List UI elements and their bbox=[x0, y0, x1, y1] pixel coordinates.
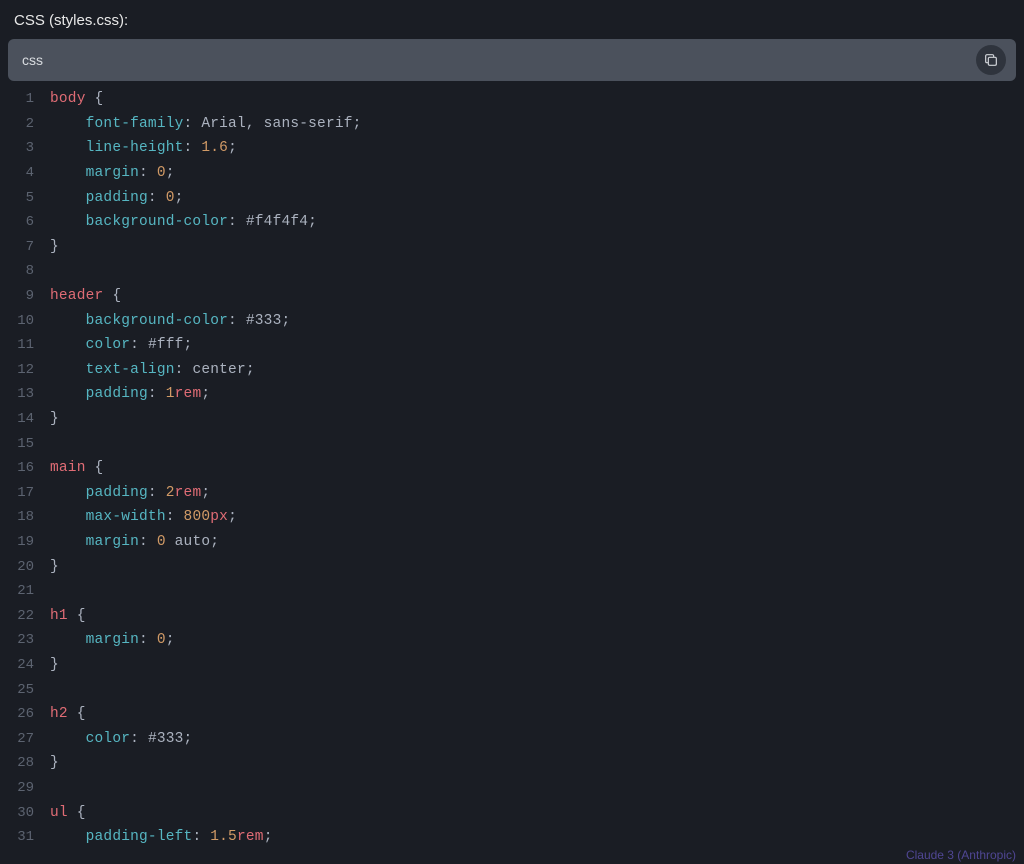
code-line[interactable]: 20} bbox=[0, 554, 1024, 579]
code-content: body { bbox=[50, 91, 103, 107]
code-content: padding: 2rem; bbox=[50, 485, 210, 501]
line-number: 15 bbox=[0, 436, 50, 452]
line-number: 10 bbox=[0, 313, 50, 329]
code-line[interactable]: 15 bbox=[0, 431, 1024, 456]
line-number: 1 bbox=[0, 91, 50, 107]
code-content: margin: 0; bbox=[50, 632, 175, 648]
line-number: 8 bbox=[0, 263, 50, 279]
line-number: 18 bbox=[0, 509, 50, 525]
line-number: 5 bbox=[0, 190, 50, 206]
code-line[interactable]: 13 padding: 1rem; bbox=[0, 382, 1024, 407]
language-label: css bbox=[22, 52, 43, 68]
brand-label: Claude 3 (Anthropic) bbox=[906, 848, 1016, 862]
code-toolbar: css bbox=[8, 39, 1016, 81]
code-line[interactable]: 14} bbox=[0, 407, 1024, 432]
code-line[interactable]: 28} bbox=[0, 751, 1024, 776]
code-content: margin: 0; bbox=[50, 165, 175, 181]
code-line[interactable]: 6 background-color: #f4f4f4; bbox=[0, 210, 1024, 235]
code-line[interactable]: 26h2 { bbox=[0, 702, 1024, 727]
line-number: 2 bbox=[0, 116, 50, 132]
code-line[interactable]: 21 bbox=[0, 579, 1024, 604]
code-line[interactable]: 11 color: #fff; bbox=[0, 333, 1024, 358]
code-content: padding: 0; bbox=[50, 190, 184, 206]
code-line[interactable]: 18 max-width: 800px; bbox=[0, 505, 1024, 530]
file-title: CSS (styles.css): bbox=[0, 0, 1024, 39]
line-number: 9 bbox=[0, 288, 50, 304]
code-line[interactable]: 29 bbox=[0, 776, 1024, 801]
code-line[interactable]: 22h1 { bbox=[0, 603, 1024, 628]
code-line[interactable]: 7} bbox=[0, 235, 1024, 260]
code-line[interactable]: 25 bbox=[0, 677, 1024, 702]
line-number: 13 bbox=[0, 386, 50, 402]
line-number: 23 bbox=[0, 632, 50, 648]
code-content: header { bbox=[50, 288, 121, 304]
code-content: } bbox=[50, 411, 59, 427]
code-line[interactable]: 9header { bbox=[0, 284, 1024, 309]
code-line[interactable]: 16main { bbox=[0, 456, 1024, 481]
line-number: 28 bbox=[0, 755, 50, 771]
code-content: } bbox=[50, 239, 59, 255]
code-content: color: #333; bbox=[50, 731, 192, 747]
code-line[interactable]: 24} bbox=[0, 653, 1024, 678]
code-content: text-align: center; bbox=[50, 362, 255, 378]
code-content: background-color: #f4f4f4; bbox=[50, 214, 317, 230]
code-content: main { bbox=[50, 460, 103, 476]
line-number: 21 bbox=[0, 583, 50, 599]
code-content: background-color: #333; bbox=[50, 313, 290, 329]
code-line[interactable]: 3 line-height: 1.6; bbox=[0, 136, 1024, 161]
line-number: 31 bbox=[0, 829, 50, 845]
line-number: 6 bbox=[0, 214, 50, 230]
code-content: } bbox=[50, 657, 59, 673]
line-number: 19 bbox=[0, 534, 50, 550]
code-content: } bbox=[50, 755, 59, 771]
code-content: font-family: Arial, sans-serif; bbox=[50, 116, 362, 132]
line-number: 14 bbox=[0, 411, 50, 427]
line-number: 17 bbox=[0, 485, 50, 501]
line-number: 24 bbox=[0, 657, 50, 673]
line-number: 7 bbox=[0, 239, 50, 255]
code-content: margin: 0 auto; bbox=[50, 534, 219, 550]
code-line[interactable]: 12 text-align: center; bbox=[0, 358, 1024, 383]
code-line[interactable]: 30ul { bbox=[0, 800, 1024, 825]
line-number: 30 bbox=[0, 805, 50, 821]
code-line[interactable]: 17 padding: 2rem; bbox=[0, 481, 1024, 506]
code-line[interactable]: 1body { bbox=[0, 87, 1024, 112]
line-number: 4 bbox=[0, 165, 50, 181]
copy-icon bbox=[983, 52, 999, 68]
code-line[interactable]: 8 bbox=[0, 259, 1024, 284]
line-number: 29 bbox=[0, 780, 50, 796]
code-content: line-height: 1.6; bbox=[50, 140, 237, 156]
code-content: padding-left: 1.5rem; bbox=[50, 829, 273, 845]
line-number: 26 bbox=[0, 706, 50, 722]
code-content: padding: 1rem; bbox=[50, 386, 210, 402]
code-line[interactable]: 10 background-color: #333; bbox=[0, 308, 1024, 333]
code-line[interactable]: 31 padding-left: 1.5rem; bbox=[0, 825, 1024, 850]
code-content: h1 { bbox=[50, 608, 86, 624]
code-content: max-width: 800px; bbox=[50, 509, 237, 525]
code-line[interactable]: 27 color: #333; bbox=[0, 726, 1024, 751]
code-line[interactable]: 4 margin: 0; bbox=[0, 161, 1024, 186]
line-number: 22 bbox=[0, 608, 50, 624]
copy-button[interactable] bbox=[976, 45, 1006, 75]
line-number: 27 bbox=[0, 731, 50, 747]
line-number: 20 bbox=[0, 559, 50, 575]
line-number: 16 bbox=[0, 460, 50, 476]
code-line[interactable]: 23 margin: 0; bbox=[0, 628, 1024, 653]
line-number: 3 bbox=[0, 140, 50, 156]
code-content: color: #fff; bbox=[50, 337, 192, 353]
line-number: 11 bbox=[0, 337, 50, 353]
code-line[interactable]: 5 padding: 0; bbox=[0, 185, 1024, 210]
code-line[interactable]: 2 font-family: Arial, sans-serif; bbox=[0, 112, 1024, 137]
line-number: 25 bbox=[0, 682, 50, 698]
code-line[interactable]: 19 margin: 0 auto; bbox=[0, 530, 1024, 555]
code-content: ul { bbox=[50, 805, 86, 821]
line-number: 12 bbox=[0, 362, 50, 378]
code-editor[interactable]: 1body {2 font-family: Arial, sans-serif;… bbox=[0, 81, 1024, 849]
code-content: h2 { bbox=[50, 706, 86, 722]
code-content: } bbox=[50, 559, 59, 575]
